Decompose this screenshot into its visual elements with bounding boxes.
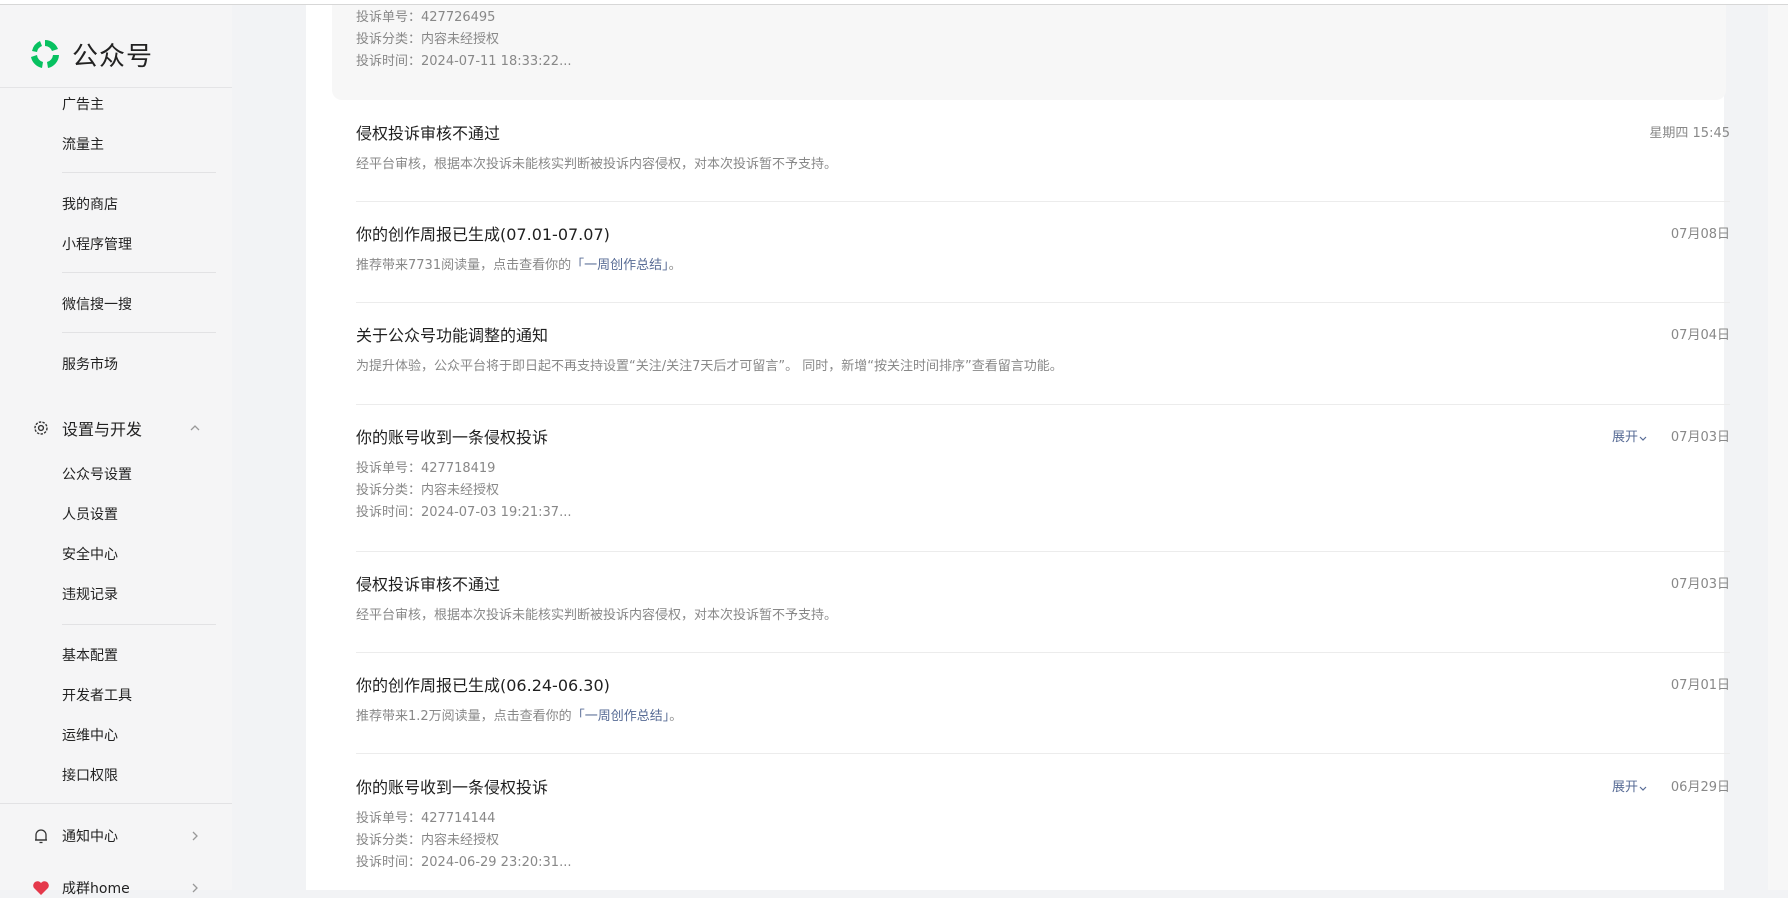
nav-item-service-market[interactable]: 服务市场 — [62, 354, 118, 374]
nav-item-violation-records[interactable]: 违规记录 — [62, 584, 118, 604]
heart-icon — [33, 881, 49, 895]
chevron-right-icon — [192, 831, 198, 841]
nav-item-wechat-search[interactable]: 微信搜一搜 — [62, 294, 132, 314]
nav-item-mini-program[interactable]: 小程序管理 — [62, 234, 132, 254]
nav-section-label: 设置与开发 — [62, 420, 143, 439]
nav-item-ops-center[interactable]: 运维中心 — [62, 725, 118, 745]
nav-section-partial[interactable]: 成群home — [32, 878, 202, 898]
weekly-summary-link[interactable]: 「一周创作总结」 — [571, 258, 669, 273]
nav-section-notifications[interactable]: 通知中心 — [32, 826, 202, 846]
complaint-time: 投诉时间：2024-07-03 19:21:37... — [356, 505, 572, 520]
nav-item-my-store[interactable]: 我的商店 — [62, 194, 118, 214]
divider — [356, 753, 1730, 754]
message-title: 你的账号收到一条侵权投诉 — [356, 428, 549, 447]
message-date: 07月03日 — [1670, 577, 1730, 592]
message-item[interactable]: 你的账号收到一条侵权投诉 投诉单号：427714144 投诉分类：内容未经授权 … — [356, 777, 1730, 870]
nav-item-traffic-owner[interactable]: 流量主 — [62, 134, 104, 154]
message-item[interactable]: 你的创作周报已生成(06.24-06.30) 推荐带来1.2万阅读量，点击查看你… — [356, 675, 1730, 728]
scrollbar-track[interactable] — [1768, 0, 1788, 890]
nav-item-api-permissions[interactable]: 接口权限 — [62, 765, 118, 785]
message-date: 06月29日 — [1670, 780, 1730, 795]
nav-item-account-settings[interactable]: 公众号设置 — [62, 464, 132, 484]
nav-section-label: 成群home — [62, 881, 130, 897]
expand-label: 展开 — [1611, 780, 1638, 795]
complaint-time: 投诉时间：2024-06-29 23:20:31... — [356, 855, 572, 870]
nav-divider — [62, 272, 216, 273]
sidebar: 公众号 广告主 流量主 我的商店 小程序管理 微信搜一搜 服务市场 设置与开发 … — [0, 0, 232, 897]
weekly-summary-link[interactable]: 「一周创作总结」 — [572, 709, 670, 724]
nav-item-staff-settings[interactable]: 人员设置 — [62, 504, 118, 524]
message-title: 你的创作周报已生成(06.24-06.30) — [356, 676, 610, 695]
complaint-time: 投诉时间：2024-07-11 18:33:22... — [356, 54, 572, 69]
nav-divider — [62, 624, 216, 625]
message-desc: 为提升体验，公众平台将于即日起不再支持设置“关注/关注7天后才可留言”。 同时，… — [356, 359, 1063, 374]
desc-text: 。 — [669, 709, 683, 724]
divider — [356, 404, 1730, 405]
message-item[interactable]: 关于公众号功能调整的通知 为提升体验，公众平台将于即日起不再支持设置“关注/关注… — [356, 325, 1730, 378]
divider — [356, 551, 1730, 552]
complaint-number: 投诉单号：427718419 — [356, 461, 496, 476]
message-date: 07月01日 — [1670, 678, 1730, 693]
message-desc: 经平台审核，根据本次投诉未能核实判断被投诉内容侵权，对本次投诉暂不予支持。 — [356, 157, 838, 172]
message-desc: 推荐带来7731阅读量，点击查看你的「一周创作总结」。 — [356, 255, 1730, 277]
nav-section-label: 通知中心 — [62, 829, 118, 845]
nav-item-security-center[interactable]: 安全中心 — [62, 544, 118, 564]
desc-text: 推荐带来1.2万阅读量，点击查看你的 — [356, 709, 572, 724]
expanded-message-item[interactable]: 投诉单号：427726495 投诉分类：内容未经授权 投诉时间：2024-07-… — [332, 0, 1726, 100]
message-title: 关于公众号功能调整的通知 — [356, 326, 549, 345]
message-desc: 推荐带来1.2万阅读量，点击查看你的「一周创作总结」。 — [356, 706, 1730, 728]
nav-item-basic-config[interactable]: 基本配置 — [62, 645, 118, 665]
gear-icon — [34, 421, 48, 435]
nav-divider — [0, 803, 232, 804]
expand-button[interactable]: 展开 — [1612, 777, 1648, 799]
nav-item-developer-tools[interactable]: 开发者工具 — [62, 685, 132, 705]
complaint-category: 投诉分类：内容未经授权 — [356, 32, 500, 47]
divider — [356, 302, 1730, 303]
nav-divider — [62, 172, 216, 173]
chevron-down-icon — [1639, 786, 1647, 791]
chevron-up-icon — [190, 425, 200, 431]
logo-divider — [0, 87, 232, 88]
complaint-category: 投诉分类：内容未经授权 — [356, 833, 500, 848]
message-title: 侵权投诉审核不通过 — [356, 575, 501, 594]
wechat-official-logo-icon — [31, 40, 59, 68]
divider — [356, 201, 1730, 202]
message-list-panel: 投诉单号：427726495 投诉分类：内容未经授权 投诉时间：2024-07-… — [306, 0, 1730, 890]
window-top-border — [0, 0, 1788, 5]
message-item[interactable]: 你的账号收到一条侵权投诉 投诉单号：427718419 投诉分类：内容未经授权 … — [356, 427, 1730, 520]
expand-button[interactable]: 展开 — [1612, 427, 1648, 449]
message-title: 你的账号收到一条侵权投诉 — [356, 778, 549, 797]
nav-item-advertiser[interactable]: 广告主 — [62, 94, 104, 114]
nav-divider — [62, 332, 216, 333]
message-item[interactable]: 侵权投诉审核不通过 经平台审核，根据本次投诉未能核实判断被投诉内容侵权，对本次投… — [356, 574, 1730, 627]
message-date: 星期四 15:45 — [1649, 126, 1730, 141]
chevron-down-icon — [1639, 436, 1647, 441]
desc-text: 。 — [668, 258, 682, 273]
logo-text: 公众号 — [72, 41, 154, 72]
desc-text: 推荐带来7731阅读量，点击查看你的 — [356, 258, 572, 273]
message-date: 07月04日 — [1670, 328, 1730, 343]
message-date: 07月08日 — [1670, 227, 1730, 242]
message-desc: 经平台审核，根据本次投诉未能核实判断被投诉内容侵权，对本次投诉暂不予支持。 — [356, 608, 838, 623]
complaint-category: 投诉分类：内容未经授权 — [356, 483, 500, 498]
message-title: 你的创作周报已生成(07.01-07.07) — [356, 225, 610, 244]
message-title: 侵权投诉审核不通过 — [356, 124, 501, 143]
logo[interactable]: 公众号 — [28, 34, 153, 74]
nav-section-settings-dev[interactable]: 设置与开发 — [32, 416, 202, 440]
chevron-right-icon — [192, 883, 198, 893]
message-date: 07月03日 — [1670, 430, 1730, 445]
bell-icon — [35, 829, 47, 844]
divider — [356, 652, 1730, 653]
complaint-number: 投诉单号：427726495 — [356, 10, 496, 25]
complaint-number: 投诉单号：427714144 — [356, 811, 496, 826]
message-item[interactable]: 侵权投诉审核不通过 经平台审核，根据本次投诉未能核实判断被投诉内容侵权，对本次投… — [356, 123, 1730, 176]
message-item[interactable]: 你的创作周报已生成(07.01-07.07) 推荐带来7731阅读量，点击查看你… — [356, 224, 1730, 277]
expand-label: 展开 — [1611, 430, 1638, 445]
